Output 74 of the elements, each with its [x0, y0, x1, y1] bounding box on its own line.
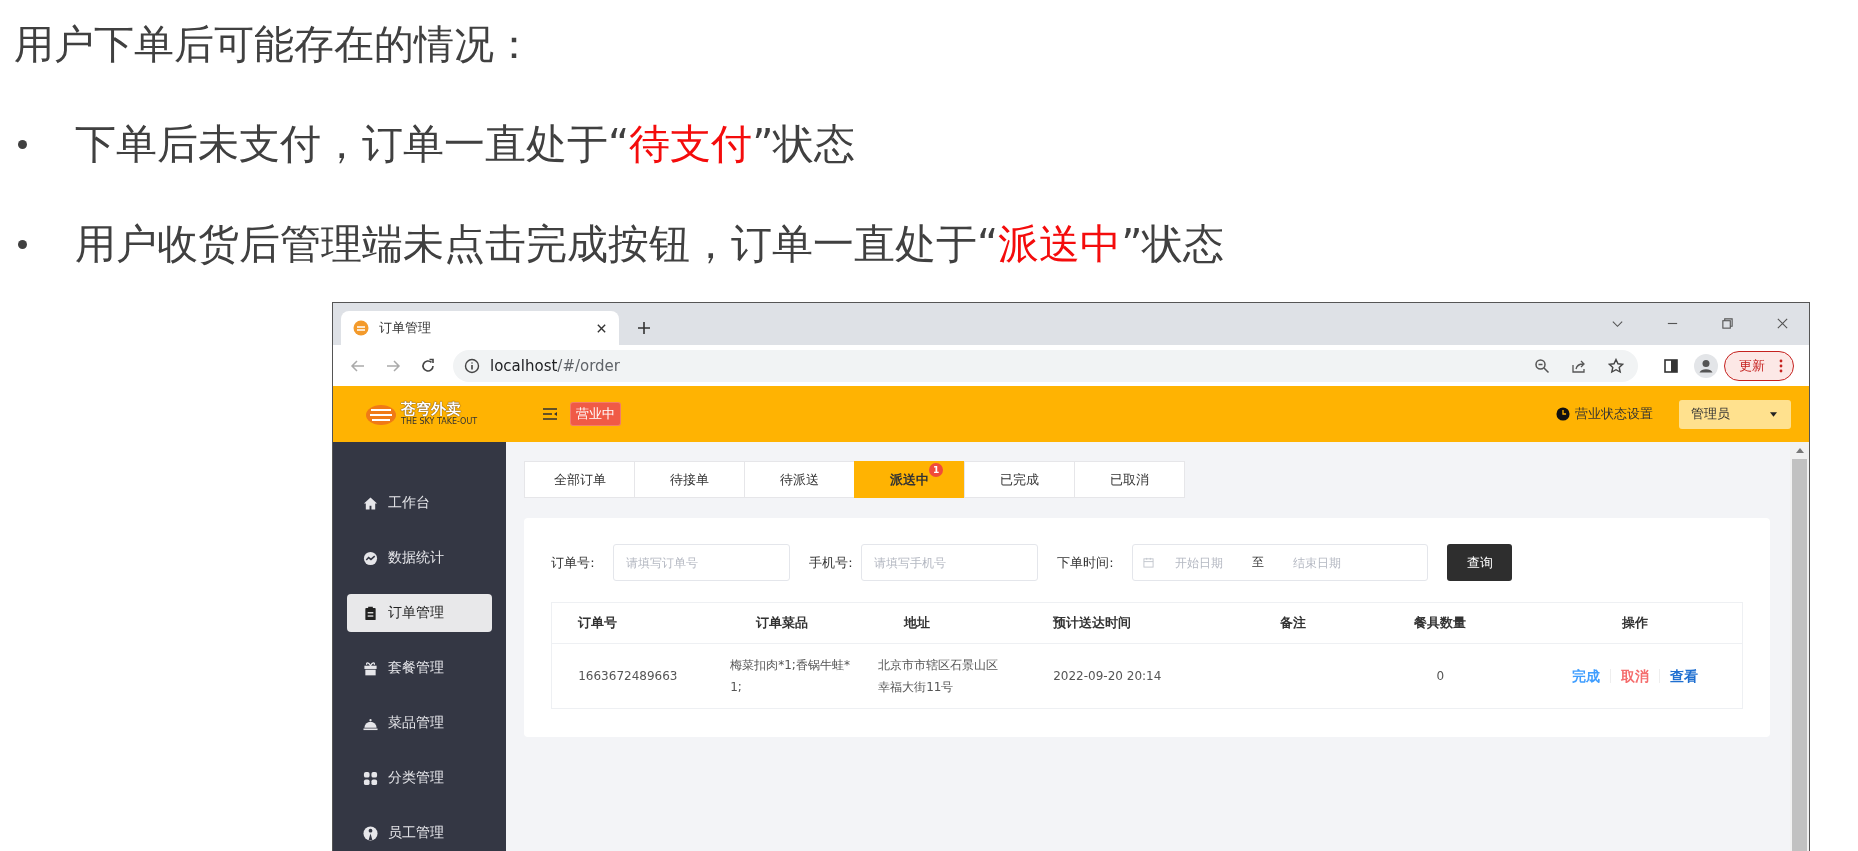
more-icon: [1779, 358, 1783, 373]
person-icon: [363, 825, 378, 841]
slide-title: 用户下单后可能存在的情况：: [14, 20, 534, 69]
table-cell-text: 北京市市辖区石景山区幸福大街11号: [878, 657, 1000, 696]
chart-icon: [363, 550, 378, 566]
gift-icon: [363, 660, 378, 676]
reload-icon[interactable]: [420, 357, 436, 374]
column-header: 订单菜品: [755, 614, 810, 632]
browser-tab[interactable]: 订单管理: [341, 311, 619, 345]
sidebar-item[interactable]: 菜品管理: [347, 704, 493, 742]
logo-icon: [365, 402, 397, 426]
update-button[interactable]: 更新: [1724, 350, 1794, 381]
table-cell-text: 2022-09-20 20:14: [1052, 668, 1163, 685]
info-icon[interactable]: [464, 357, 480, 374]
bullet-text: 下单后未支付，订单一直处于“待支付”状态: [75, 118, 856, 170]
user-menu[interactable]: 管理员: [1679, 399, 1791, 429]
query-button[interactable]: 查询: [1447, 544, 1513, 581]
scroll-thumb[interactable]: [1792, 459, 1808, 851]
zoom-icon[interactable]: [1534, 357, 1550, 374]
order-tab[interactable]: 已取消: [1074, 461, 1186, 498]
star-icon[interactable]: [1608, 357, 1624, 374]
sidebar-item[interactable]: 数据统计: [347, 539, 493, 577]
filter-label: 订单号:: [551, 553, 596, 572]
scrollbar[interactable]: [1790, 442, 1809, 851]
column-header: 操作: [1620, 614, 1649, 632]
sidebar-item[interactable]: 订单管理: [347, 594, 493, 632]
calendar-icon: [1143, 557, 1155, 568]
input-field[interactable]: 请填写手机号: [861, 544, 1039, 581]
profile-icon[interactable]: [1694, 353, 1718, 378]
order-tab[interactable]: 待派送: [744, 461, 856, 498]
filter-label: 下单时间:: [1057, 553, 1115, 572]
bullet-icon: [18, 139, 27, 149]
address-bar[interactable]: localhost/#/order: [453, 349, 1638, 382]
input-field[interactable]: 请填写订单号: [613, 544, 791, 581]
logo-name: 苍穹外卖: [401, 402, 462, 417]
house-icon: [363, 495, 378, 511]
sidebar-item[interactable]: 工作台: [347, 484, 493, 522]
new-tab-icon[interactable]: [637, 321, 651, 335]
scroll-up-icon[interactable]: [1795, 448, 1804, 453]
order-tab[interactable]: 全部订单: [524, 461, 636, 498]
filter-label: 手机号:: [809, 553, 854, 572]
column-header: 预计送达时间: [1052, 614, 1133, 632]
date-range-field[interactable]: 开始日期 至 结束日期: [1132, 544, 1429, 581]
clipboard-icon: [363, 605, 378, 621]
favicon-icon: [353, 320, 369, 336]
column-header: 订单号: [577, 614, 619, 632]
action-link[interactable]: 查看: [1669, 665, 1698, 687]
table-cell-text: 梅菜扣肉*1;香锅牛蛙*1;: [730, 657, 851, 696]
close-icon[interactable]: [1776, 317, 1789, 330]
sidebar-item[interactable]: 分类管理: [347, 759, 493, 797]
clock-icon[interactable]: [1556, 407, 1570, 421]
order-tab[interactable]: 待接单: [634, 461, 746, 498]
side-panel-icon[interactable]: [1663, 357, 1679, 374]
status-settings-link[interactable]: 营业状态设置: [1575, 405, 1653, 423]
status-badge: 营业中: [570, 402, 622, 426]
count-badge: 1: [929, 462, 944, 477]
close-tab-icon[interactable]: [596, 322, 607, 334]
table-cell-text: 1663672489663: [577, 668, 679, 685]
column-header: 地址: [902, 614, 932, 632]
logo-tagline: THE SKY TAKE-OUT: [401, 418, 478, 426]
table-cell-text: 0: [1435, 668, 1445, 685]
column-header: 备注: [1279, 614, 1308, 632]
order-tab[interactable]: 派送中 1: [854, 461, 966, 498]
sidebar-item[interactable]: 员工管理: [347, 814, 493, 851]
menu-icon[interactable]: [542, 407, 559, 421]
bullet-text: 用户收货后管理端未点击完成按钮，订单一直处于“派送中”状态: [75, 219, 1225, 270]
restore-icon[interactable]: [1721, 317, 1734, 330]
grid-icon: [363, 770, 378, 786]
column-header: 餐具数量: [1413, 614, 1468, 632]
range-separator: 至: [1252, 554, 1265, 571]
sidebar-item[interactable]: 套餐管理: [347, 649, 493, 687]
bullet-icon: [18, 240, 27, 249]
order-tab[interactable]: 已完成: [964, 461, 1076, 498]
caret-icon: [1770, 411, 1777, 417]
